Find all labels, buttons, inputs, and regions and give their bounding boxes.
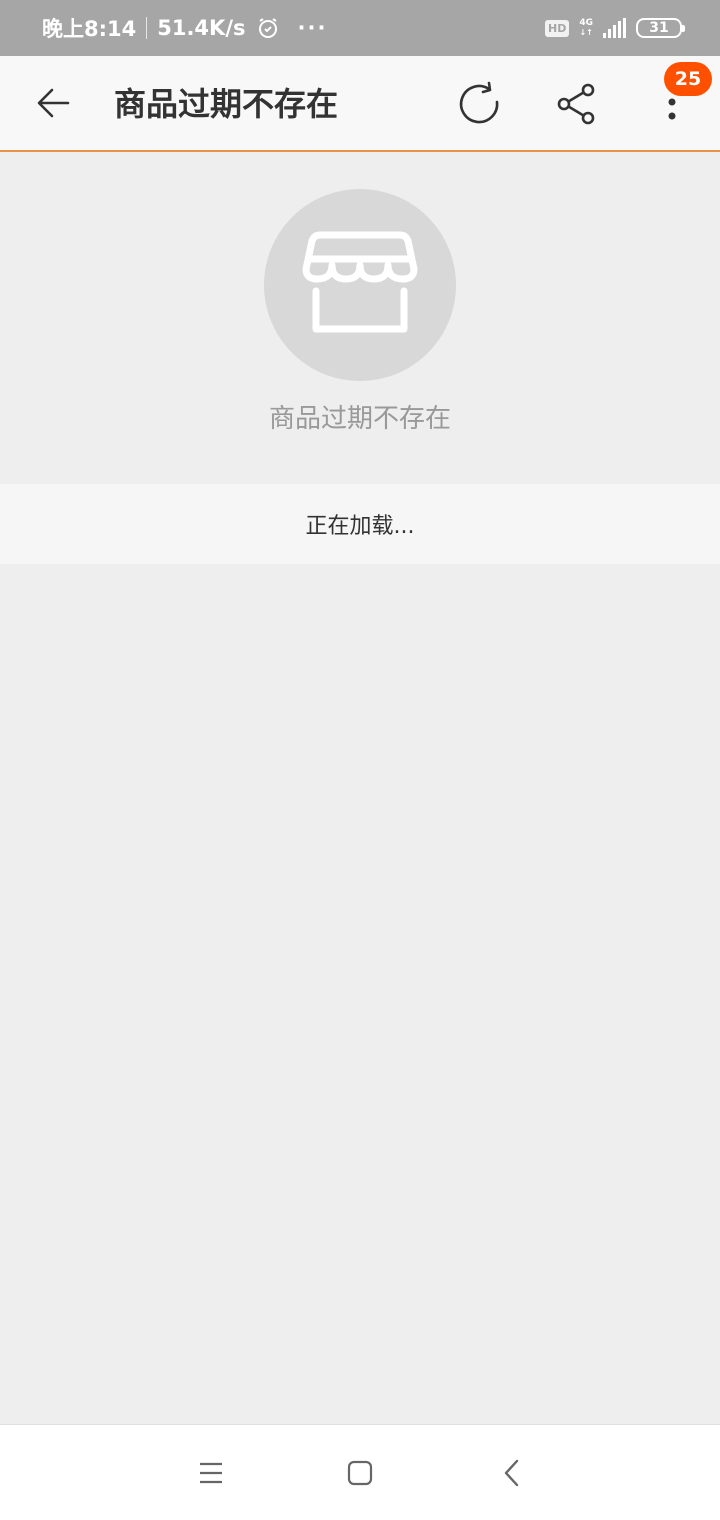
alarm-clock-icon	[256, 16, 280, 40]
status-left: 晚上8:14 51.4K/s ···	[42, 13, 327, 43]
store-icon	[302, 231, 418, 333]
loading-text: 正在加载...	[305, 514, 415, 539]
status-time: 晚上8:14	[42, 17, 137, 41]
battery-level: 31	[649, 20, 669, 36]
system-nav-bar	[0, 1424, 720, 1520]
status-right: HD 4G ↓↑ 31	[545, 18, 685, 38]
empty-state-illustration	[264, 189, 456, 381]
network-type: 4G	[579, 18, 593, 28]
empty-state-message: 商品过期不存在	[268, 404, 451, 434]
share-icon	[557, 83, 595, 125]
status-separator	[146, 17, 148, 39]
chevron-left-icon	[504, 1459, 519, 1487]
signal-icon: 4G ↓↑	[579, 18, 593, 38]
signal-bars-icon	[603, 18, 626, 38]
loading-indicator: 正在加载...	[0, 484, 720, 564]
nav-menu-button[interactable]	[196, 1459, 226, 1487]
status-network-speed: 51.4K/s	[157, 16, 246, 40]
notification-badge: 25	[664, 62, 712, 96]
nav-back-button[interactable]	[498, 1457, 526, 1489]
refresh-icon	[459, 81, 499, 124]
back-button[interactable]	[32, 80, 78, 126]
status-more-dots: ···	[297, 16, 328, 40]
home-square-icon	[347, 1460, 373, 1486]
refresh-button[interactable]	[456, 80, 504, 128]
hd-badge: HD	[545, 19, 570, 37]
page-title: 商品过期不存在	[114, 85, 339, 123]
battery-icon: 31	[636, 18, 685, 38]
arrow-left-icon	[37, 88, 70, 118]
top-toolbar: 商品过期不存在	[0, 56, 720, 152]
menu-icon	[200, 1462, 222, 1484]
status-bar: 晚上8:14 51.4K/s ··· HD 4G ↓↑ 31	[0, 0, 720, 56]
share-button[interactable]	[552, 80, 600, 128]
nav-home-button[interactable]	[346, 1459, 374, 1487]
